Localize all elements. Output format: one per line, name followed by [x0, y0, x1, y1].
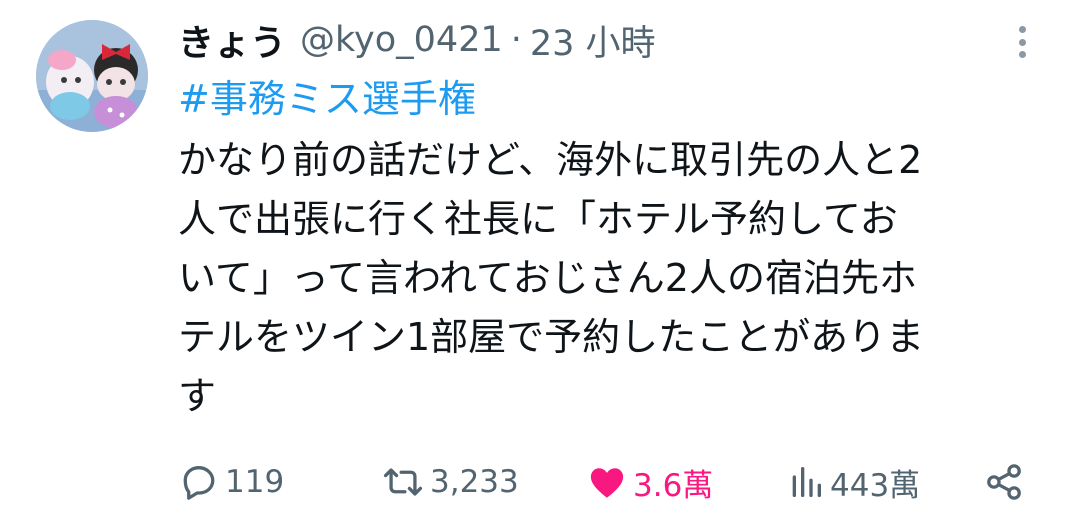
like-count: 3.6萬: [633, 467, 714, 504]
action-bar: 119 3,233 3.6萬 443萬: [0, 456, 1080, 508]
tweet-text-line: テルをツイン1部屋で予約したことがありま: [178, 315, 925, 359]
avatar-image: [36, 20, 148, 132]
retweet-icon: [383, 468, 423, 496]
reply-button[interactable]: 119: [177, 456, 284, 508]
share-icon: [987, 464, 1021, 500]
separator-dot: ·: [510, 20, 522, 60]
author-handle[interactable]: @kyo_0421: [300, 20, 503, 60]
reply-count: 119: [225, 464, 285, 500]
tweet-text: かなり前の話だけど、海外に取引先の人と2 人で出張に行く社長に「ホテル予約してお…: [178, 131, 1038, 426]
more-vertical-icon[interactable]: [1010, 22, 1034, 62]
more-dot: [1018, 26, 1026, 33]
tweet-text-line: いて」って言われておじさん2人の宿泊先ホ: [178, 256, 917, 300]
views-button[interactable]: 443萬: [786, 456, 920, 508]
author-name[interactable]: きょう: [178, 14, 286, 66]
tweet-text-line: かなり前の話だけど、海外に取引先の人と2: [178, 138, 923, 182]
retweet-count: 3,233: [430, 464, 519, 500]
views-icon: [792, 467, 821, 497]
views-count: 443萬: [830, 467, 921, 504]
timestamp[interactable]: 23 小時: [530, 15, 656, 66]
tweet-text-line: す: [178, 374, 217, 418]
more-dot: [1018, 51, 1026, 58]
reply-icon: [183, 466, 215, 500]
tweet-header: きょう @kyo_0421 · 23 小時: [178, 14, 656, 66]
tweet-text-line: 人で出張に行く社長に「ホテル予約してお: [178, 197, 898, 241]
avatar[interactable]: [36, 20, 148, 132]
heart-icon: [590, 468, 624, 498]
share-button[interactable]: [982, 456, 1026, 508]
more-dot: [1018, 38, 1026, 46]
like-button[interactable]: 3.6萬: [585, 456, 713, 508]
hashtag-link[interactable]: #事務ミス選手権: [178, 76, 476, 122]
retweet-button[interactable]: 3,233: [380, 456, 519, 508]
